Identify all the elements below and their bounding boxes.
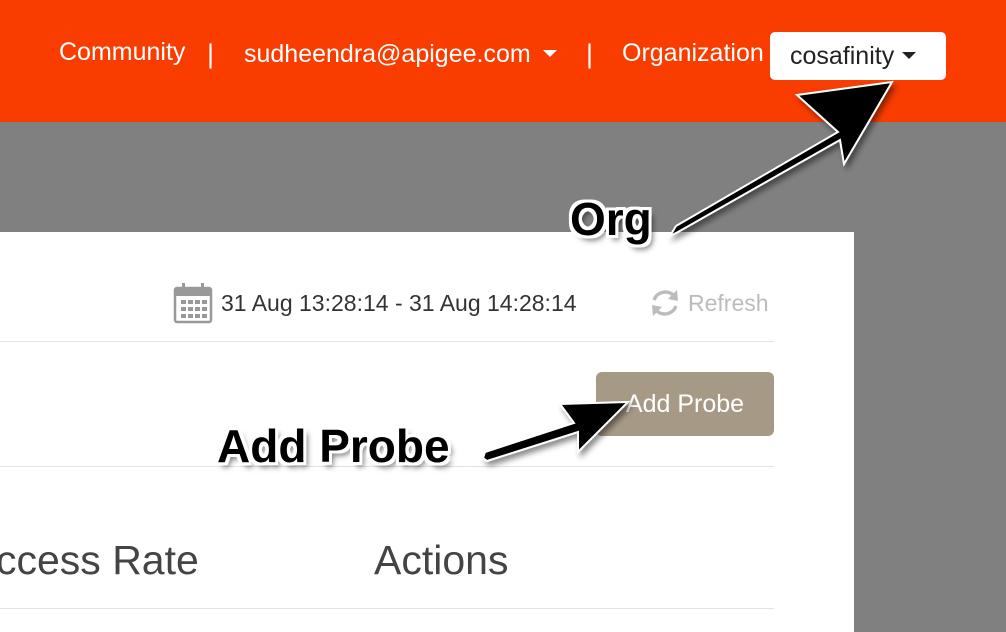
annotation-arrows [481,80,894,463]
annotation-add-probe: Add Probe [217,420,450,472]
annotation-org: Org [570,193,652,245]
arrow-to-org-select [667,80,894,239]
arrow-to-add-probe [481,400,631,463]
